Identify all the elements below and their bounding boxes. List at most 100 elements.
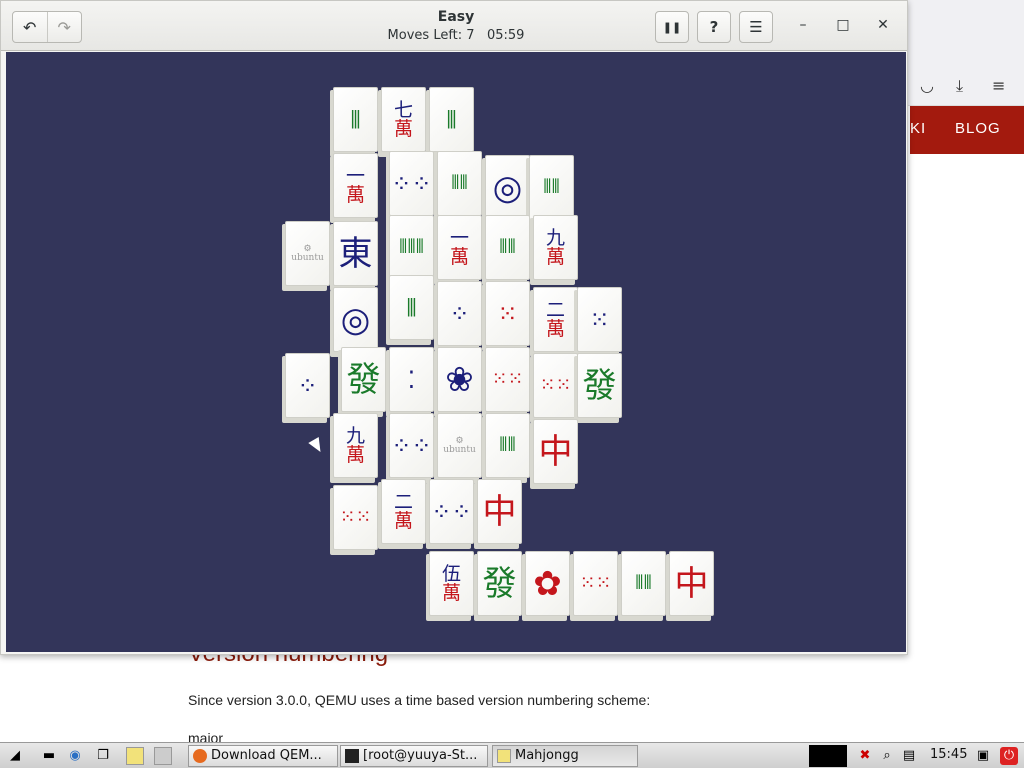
menu-icon[interactable]: ≡ xyxy=(992,76,1005,95)
mahjong-tile[interactable]: 一萬 xyxy=(434,215,482,285)
mahjong-tile[interactable]: 九萬 xyxy=(530,215,578,285)
hint-button[interactable]: ? xyxy=(697,11,731,43)
redo-button[interactable]: ↷ xyxy=(48,12,82,42)
network-icon[interactable]: ✖ xyxy=(856,747,874,765)
search-icon[interactable]: ⌕ xyxy=(878,747,896,765)
tile-symbol: 中 xyxy=(538,431,573,472)
pause-button[interactable]: ❚❚ xyxy=(655,11,689,43)
mahjong-tile[interactable]: ⁙⁙ xyxy=(482,347,530,417)
task-firefox[interactable]: Download QEM... xyxy=(188,745,338,767)
files-icon[interactable]: ▬ xyxy=(40,747,58,765)
tile-symbol: ✿ xyxy=(533,563,562,604)
nav-item-wiki[interactable]: KI xyxy=(910,120,926,137)
blank-launcher-icon[interactable] xyxy=(154,747,172,765)
tile-symbol: ⚙ ubuntu xyxy=(443,435,476,455)
tile-symbol: ⁘⁘ xyxy=(391,169,432,198)
nav-item-blog[interactable]: BLOG xyxy=(955,120,1001,137)
tile-symbol: ⁙⁙ xyxy=(539,374,572,396)
clipboard-icon[interactable]: ▤ xyxy=(900,747,918,765)
mahjong-tile[interactable]: ⚙ ubuntu xyxy=(434,413,482,483)
mahjong-tile[interactable]: ✿ xyxy=(522,551,570,621)
tile-symbol: ⦀ xyxy=(446,105,457,134)
tile-symbol: 九萬 xyxy=(545,226,565,268)
mahjong-tile[interactable]: 中 xyxy=(666,551,714,621)
task-label: Mahjongg xyxy=(515,748,579,763)
windows-icon[interactable]: ❐ xyxy=(94,747,112,765)
mahjong-tile[interactable]: ⚙ ubuntu xyxy=(282,221,330,291)
header-bar: ↶ ↷ Easy Moves Left: 7 05:59 ❚❚ ? ☰ – □ … xyxy=(1,1,907,51)
tile-symbol: 中 xyxy=(482,491,517,532)
mahjong-tile[interactable]: ⁘ xyxy=(282,353,330,423)
tile-symbol: ⦀⦀⦀ xyxy=(398,236,425,258)
mahjong-tile[interactable]: ⁘⁘ xyxy=(426,479,474,549)
mahjong-tile[interactable]: ⁙⁙ xyxy=(330,485,378,555)
mahjong-tile[interactable]: 發 xyxy=(474,551,522,621)
tile-symbol: 二萬 xyxy=(545,298,565,340)
mahjong-tile[interactable]: 東 xyxy=(330,221,378,291)
minimize-button[interactable]: – xyxy=(793,17,813,33)
tile-symbol: ◎ xyxy=(492,167,523,208)
undo-button[interactable]: ↶ xyxy=(13,12,48,42)
mahjong-tile[interactable]: 發 xyxy=(338,347,386,417)
tile-symbol: 發 xyxy=(482,563,517,604)
tile-symbol: ◎ xyxy=(340,299,371,340)
mahjong-tile[interactable]: ⦀⦀ xyxy=(482,215,530,285)
tile-symbol: ⁘ xyxy=(449,299,470,328)
pocket-icon[interactable]: ◡ xyxy=(920,76,934,95)
mahjong-tile[interactable]: ⁘⁘ xyxy=(386,413,434,483)
clock: 15:45 xyxy=(930,747,968,762)
terminal-icon xyxy=(345,749,359,763)
game-board[interactable]: ⦀ 七萬 ⦀ 一萬 ⁘⁘ ⦀⦀ ◎ ⦀⦀ ⚙ ubuntu 東 ⦀⦀⦀ 一萬 ⦀⦀ 九萬 ◎ ⦀ ⁘ ⁙ 二萬 ⁙ ⁘ 發… xyxy=(6,52,906,652)
tile-symbol: ⁘⁘ xyxy=(431,497,472,526)
mahjongg-icon xyxy=(497,749,511,763)
mahjong-tile[interactable]: ⁙⁙ xyxy=(530,353,578,423)
mahjong-tile[interactable]: ⦀ xyxy=(330,87,378,157)
close-button[interactable]: ✕ xyxy=(873,17,893,33)
mahjong-tile[interactable]: ⦀⦀ xyxy=(482,413,530,483)
tile-symbol: 發 xyxy=(346,359,381,400)
mahjong-tile[interactable]: 二萬 xyxy=(530,287,578,357)
mahjong-tile[interactable]: 九萬 xyxy=(330,413,378,483)
mahjong-tile[interactable]: 七萬 xyxy=(378,87,426,157)
mahjong-tile[interactable]: ⁙ xyxy=(574,287,622,357)
mahjong-tile[interactable]: ⦀ xyxy=(426,87,474,157)
mahjong-tile[interactable]: ⁙ xyxy=(482,281,530,351)
maximize-button[interactable]: □ xyxy=(833,17,853,33)
mahjong-tile[interactable]: ⦀ xyxy=(386,275,434,345)
tile-symbol: 東 xyxy=(338,233,373,274)
globe-icon[interactable]: ◉ xyxy=(66,747,84,765)
mahjong-tile[interactable]: ❀ xyxy=(434,347,482,417)
game-status: Moves Left: 7 05:59 xyxy=(351,28,561,43)
browser-toolbar: ◡ ⤓ ≡ xyxy=(908,0,1024,106)
mahjong-tile[interactable]: ⁙⁙ xyxy=(570,551,618,621)
mahjong-tile[interactable]: 伍萬 xyxy=(426,551,474,621)
mahjong-tile[interactable]: ⁘ xyxy=(434,281,482,351)
tile-symbol: ⁙ xyxy=(589,305,610,334)
user-icon[interactable]: ▣ xyxy=(974,747,992,765)
moves-left-label: Moves Left: xyxy=(387,28,463,43)
tile-symbol: ⁚ xyxy=(407,365,416,394)
tile-symbol: ⦀⦀ xyxy=(499,434,516,456)
mahjong-tile[interactable]: 中 xyxy=(530,419,578,489)
power-icon[interactable]: ⏻ xyxy=(1000,747,1018,765)
mahjong-tile[interactable]: ⁘⁘ xyxy=(386,151,434,221)
tile-symbol: ⁙⁙ xyxy=(491,368,524,390)
tile-symbol: 一萬 xyxy=(345,164,365,206)
mahjong-tile[interactable]: 發 xyxy=(574,353,622,423)
mahjong-tile[interactable]: ⁚ xyxy=(386,347,434,417)
tile-symbol: 中 xyxy=(674,563,709,604)
download-icon[interactable]: ⤓ xyxy=(956,76,963,96)
start-menu-icon[interactable]: ◢ xyxy=(6,747,24,765)
tile-symbol: 七萬 xyxy=(393,98,413,140)
mahjong-tile[interactable]: 一萬 xyxy=(330,153,378,223)
taskbar: ◢ ▬ ◉ ❐ Download QEM... [root@yuuya-St..… xyxy=(0,742,1024,768)
menu-button[interactable]: ☰ xyxy=(739,11,773,43)
mahjong-tile[interactable]: 中 xyxy=(474,479,522,549)
mahjong-tile[interactable]: ⦀⦀ xyxy=(618,551,666,621)
task-terminal[interactable]: [root@yuuya-St... xyxy=(340,745,488,767)
mahjong-tile[interactable]: 二萬 xyxy=(378,479,426,549)
tile-symbol: ⦀⦀ xyxy=(635,572,652,594)
desktop-icon[interactable] xyxy=(126,747,144,765)
mahjong-tile[interactable]: ⦀⦀ xyxy=(434,151,482,221)
task-mahjongg[interactable]: Mahjongg xyxy=(492,745,638,767)
